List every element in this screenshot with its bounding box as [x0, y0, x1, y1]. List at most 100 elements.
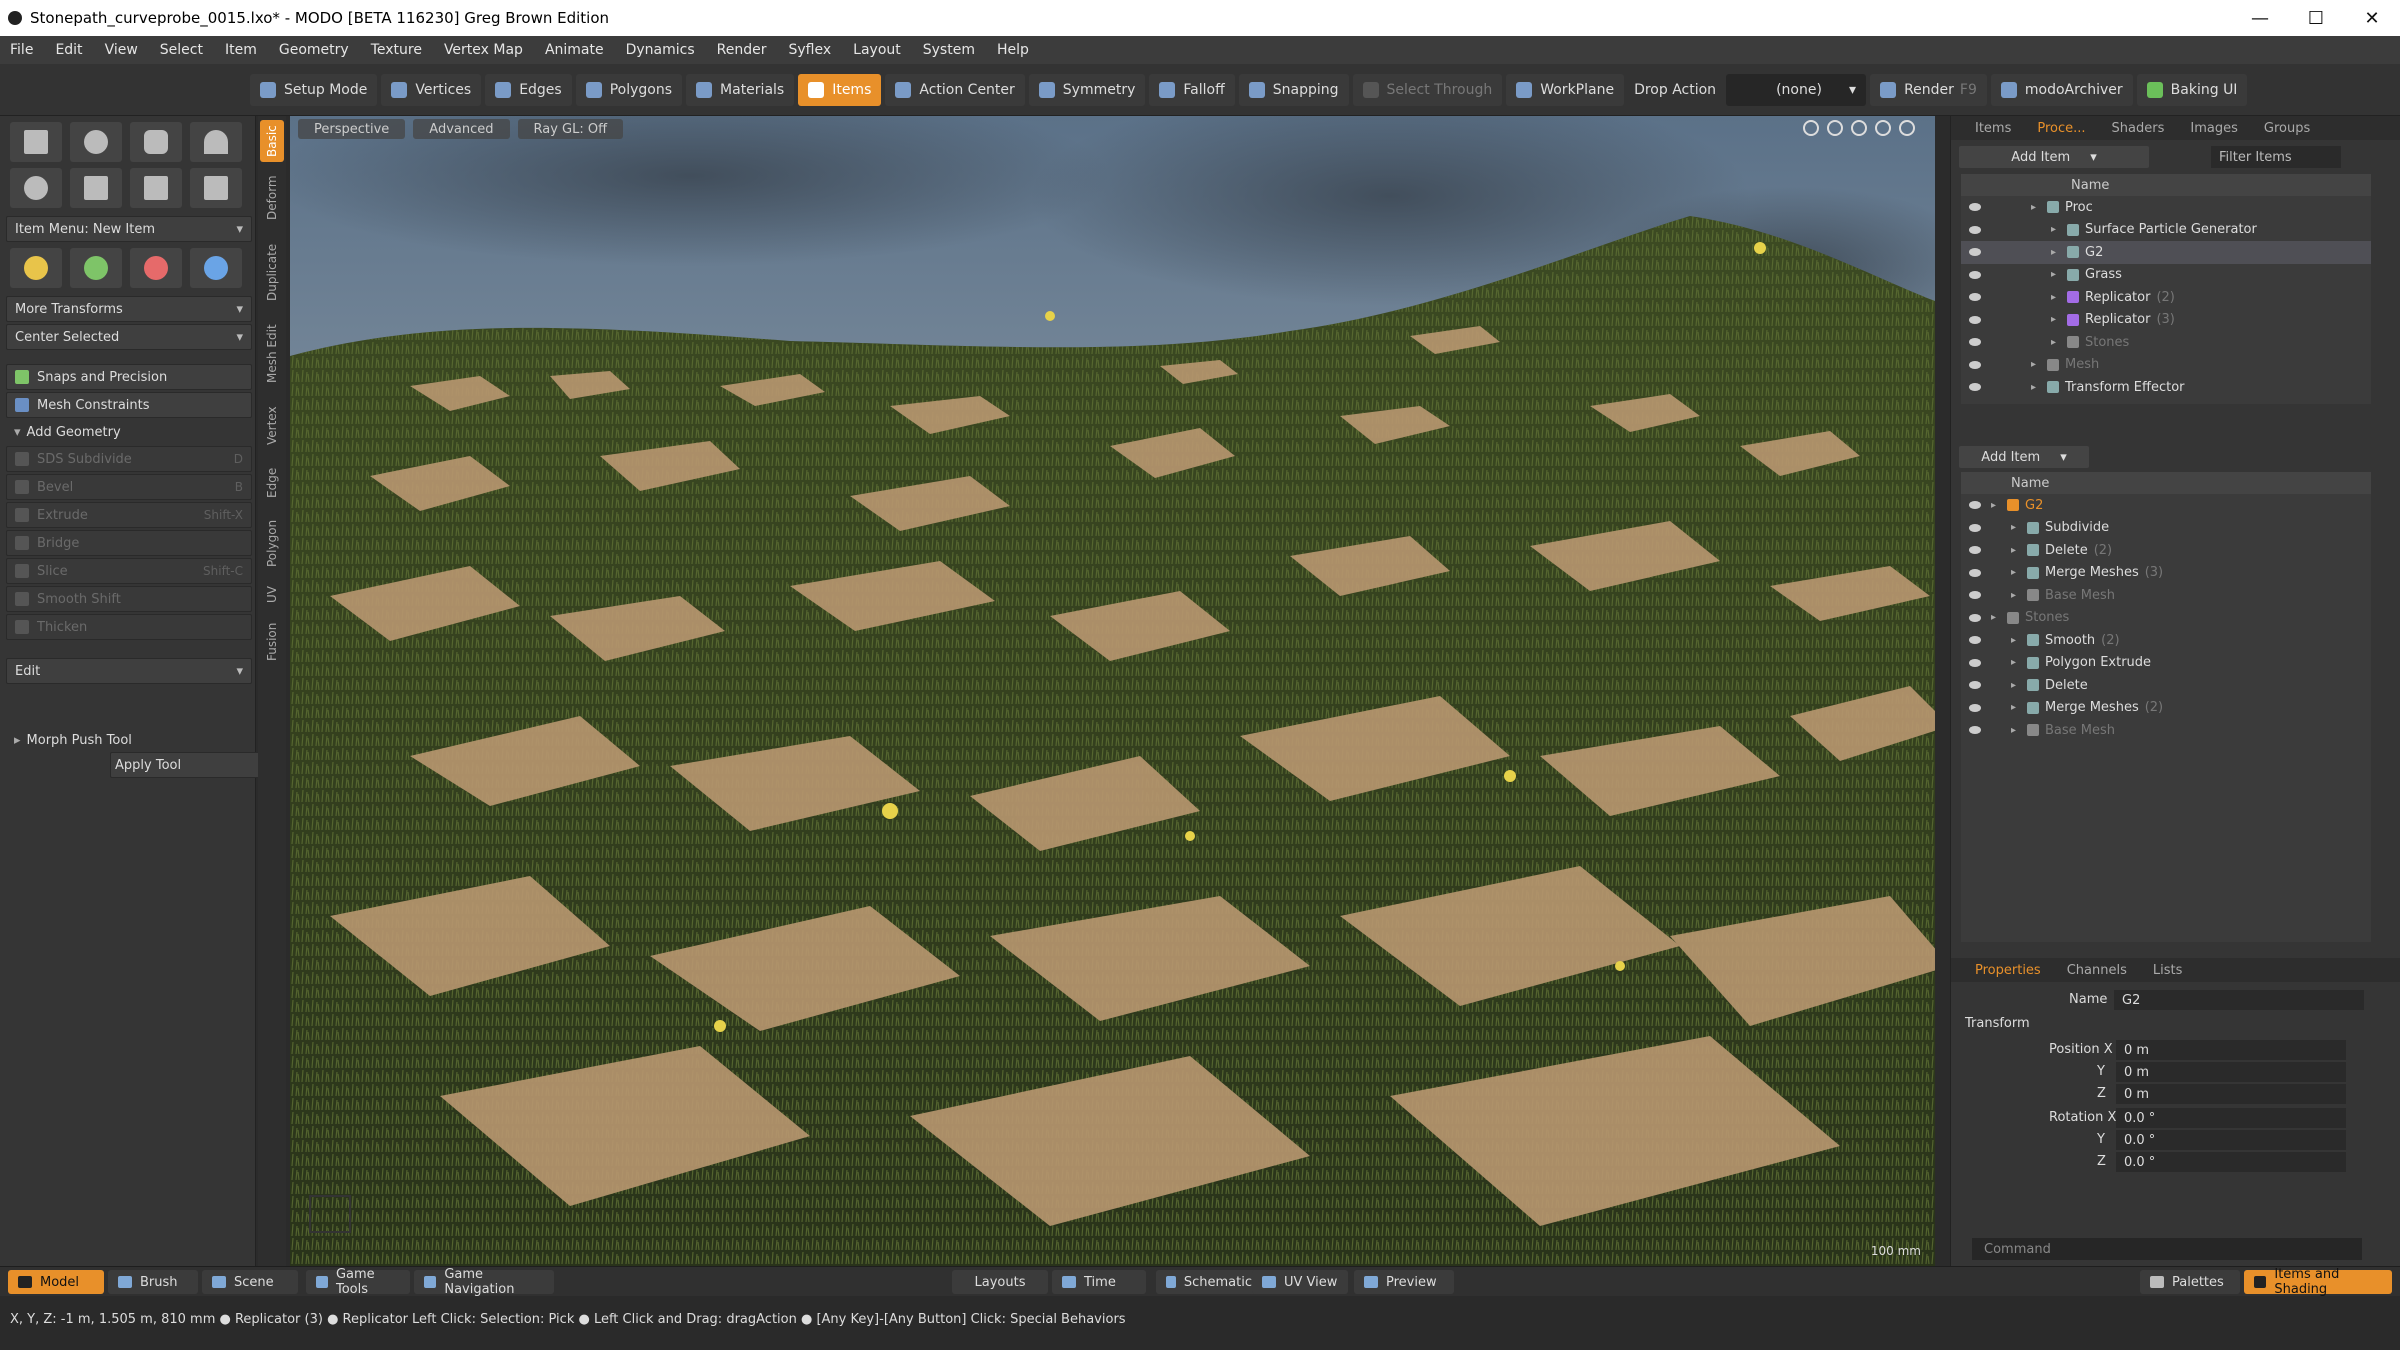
palettes-button[interactable]: Palettes	[2140, 1270, 2240, 1294]
tab-procedural[interactable]: Proce...	[2037, 121, 2085, 136]
menu-layout[interactable]: Layout	[853, 42, 901, 58]
expand-arrow-icon[interactable]: ▸	[2011, 590, 2023, 601]
smooth-shift-button[interactable]: Smooth Shift	[6, 586, 252, 612]
sds-subdivide-button[interactable]: SDS Subdivide D	[6, 446, 252, 472]
name-field[interactable]: G2	[2114, 990, 2364, 1010]
pen-tool-button[interactable]	[70, 168, 122, 208]
mesh-constraints-button[interactable]: Mesh Constraints	[6, 392, 252, 418]
expand-arrow-icon[interactable]: ▸	[2011, 725, 2023, 736]
tree-row[interactable]: ▸ Merge Meshes (2)	[1961, 697, 2371, 720]
zoom-icon[interactable]	[1851, 120, 1867, 136]
tab-shaders[interactable]: Shaders	[2112, 121, 2165, 136]
torus-tool-button[interactable]	[10, 168, 62, 208]
tab-polygon[interactable]: Polygon	[260, 510, 284, 576]
expand-arrow-icon[interactable]: ▸	[2051, 269, 2063, 280]
expand-arrow-icon[interactable]: ▸	[2011, 522, 2023, 533]
visibility-eye-icon[interactable]	[1969, 568, 1981, 577]
bridge-button[interactable]: Bridge	[6, 530, 252, 556]
tree-row[interactable]: ▸ Smooth (2)	[1961, 629, 2371, 652]
center-selected-dropdown[interactable]: Center Selected	[6, 324, 252, 350]
add-geometry-header[interactable]: ▾ Add Geometry	[6, 420, 252, 444]
text-tool-button[interactable]	[190, 168, 242, 208]
visibility-eye-icon[interactable]	[1969, 523, 1981, 532]
tab-properties[interactable]: Properties	[1975, 963, 2041, 978]
render-button[interactable]: Render F9	[1870, 73, 1987, 106]
cube-tool-button[interactable]	[10, 122, 62, 162]
tab-fusion[interactable]: Fusion	[260, 614, 284, 670]
polygons-button[interactable]: Polygons	[575, 73, 683, 106]
expand-arrow-icon[interactable]: ▸	[2031, 202, 2043, 213]
expand-arrow-icon[interactable]: ▸	[2051, 314, 2063, 325]
expand-arrow-icon[interactable]: ▸	[2051, 224, 2063, 235]
visibility-eye-icon[interactable]	[1969, 338, 1981, 347]
schematic-button[interactable]: Schematic	[1156, 1270, 1262, 1294]
tab-lists[interactable]: Lists	[2153, 963, 2183, 978]
tab-channels[interactable]: Channels	[2067, 963, 2127, 978]
menu-edit[interactable]: Edit	[55, 42, 82, 58]
tree-row[interactable]: ▸ Base Mesh	[1961, 584, 2371, 607]
visibility-eye-icon[interactable]	[1969, 591, 1981, 600]
visibility-eye-icon[interactable]	[1969, 293, 1981, 302]
tree-row[interactable]: ▸ Delete (2)	[1961, 539, 2371, 562]
preview-button[interactable]: Preview	[1354, 1270, 1454, 1294]
expand-arrow-icon[interactable]: ▸	[2051, 292, 2063, 303]
layout-scene-button[interactable]: Scene	[202, 1270, 298, 1294]
menu-dynamics[interactable]: Dynamics	[626, 42, 695, 58]
tree-row[interactable]: ▸ Merge Meshes (3)	[1961, 562, 2371, 585]
tab-ray-gl[interactable]: Ray GL: Off	[517, 119, 624, 139]
visibility-eye-icon[interactable]	[1969, 315, 1981, 324]
expand-arrow-icon[interactable]: ▸	[2011, 567, 2023, 578]
tab-vertex[interactable]: Vertex	[260, 396, 284, 456]
thicken-button[interactable]: Thicken	[6, 614, 252, 640]
menu-help[interactable]: Help	[997, 42, 1029, 58]
maximize-view-icon[interactable]	[1875, 120, 1891, 136]
position-z-field[interactable]: 0 m	[2116, 1084, 2346, 1104]
expand-arrow-icon[interactable]: ▸	[1991, 612, 2003, 623]
visibility-eye-icon[interactable]	[1969, 546, 1981, 555]
snapping-button[interactable]: Snapping	[1238, 73, 1349, 106]
gear-icon[interactable]	[1899, 120, 1915, 136]
tree-row[interactable]: ▸ Mesh	[1961, 354, 2371, 377]
expand-arrow-icon[interactable]: ▸	[2011, 545, 2023, 556]
expand-arrow-icon[interactable]: ▸	[2051, 247, 2063, 258]
position-x-field[interactable]: 0 m	[2116, 1040, 2346, 1060]
sphere-tool-button[interactable]	[70, 122, 122, 162]
expand-arrow-icon[interactable]: ▸	[2031, 382, 2043, 393]
tree-row[interactable]: ▸ Transform Effector	[1961, 376, 2371, 399]
menu-animate[interactable]: Animate	[545, 42, 604, 58]
expand-arrow-icon[interactable]: ▸	[1991, 500, 2003, 511]
workplane-button[interactable]: WorkPlane	[1506, 73, 1625, 106]
tree-row[interactable]: ▸ Stones	[1961, 607, 2371, 630]
expand-arrow-icon[interactable]: ▸	[2031, 359, 2043, 370]
command-input[interactable]: Command	[1972, 1238, 2362, 1260]
visibility-eye-icon[interactable]	[1969, 681, 1981, 690]
visibility-eye-icon[interactable]	[1969, 703, 1981, 712]
visibility-eye-icon[interactable]	[1969, 225, 1981, 234]
expand-arrow-icon[interactable]: ▸	[2011, 635, 2023, 646]
layout-model-button[interactable]: Model	[8, 1270, 104, 1294]
visibility-eye-icon[interactable]	[1969, 360, 1981, 369]
slice-button[interactable]: Slice Shift-C	[6, 558, 252, 584]
transform-tool-button[interactable]	[190, 248, 242, 288]
tree-row[interactable]: ▸ Proc	[1961, 196, 2371, 219]
tab-uv[interactable]: UV	[260, 580, 284, 610]
tree-row[interactable]: ▸ Surface Particle Generator	[1961, 219, 2371, 242]
close-button[interactable]: ✕	[2344, 0, 2400, 36]
layouts-button[interactable]: Layouts	[952, 1270, 1048, 1294]
visibility-eye-icon[interactable]	[1969, 270, 1981, 279]
menu-vertex-map[interactable]: Vertex Map	[444, 42, 523, 58]
tree-row[interactable]: ▸ Grass	[1961, 264, 2371, 287]
3d-viewport[interactable]: Perspective Advanced Ray GL: Off 100 mm	[290, 116, 1935, 1266]
tab-advanced[interactable]: Advanced	[413, 119, 510, 139]
visibility-eye-icon[interactable]	[1969, 726, 1981, 735]
rotate-tool-button[interactable]	[70, 248, 122, 288]
menu-syflex[interactable]: Syflex	[789, 42, 832, 58]
tab-items[interactable]: Items	[1975, 121, 2011, 136]
action-center-button[interactable]: Action Center	[885, 73, 1025, 106]
drop-action-select[interactable]: (none) ▾	[1726, 73, 1867, 106]
filter-items-input[interactable]: Filter Items	[2211, 146, 2341, 168]
modoarchiver-button[interactable]: modoArchiver	[1990, 73, 2133, 106]
more-transforms-dropdown[interactable]: More Transforms	[6, 296, 252, 322]
select-through-button[interactable]: Select Through	[1352, 73, 1503, 106]
pan-icon[interactable]	[1803, 120, 1819, 136]
